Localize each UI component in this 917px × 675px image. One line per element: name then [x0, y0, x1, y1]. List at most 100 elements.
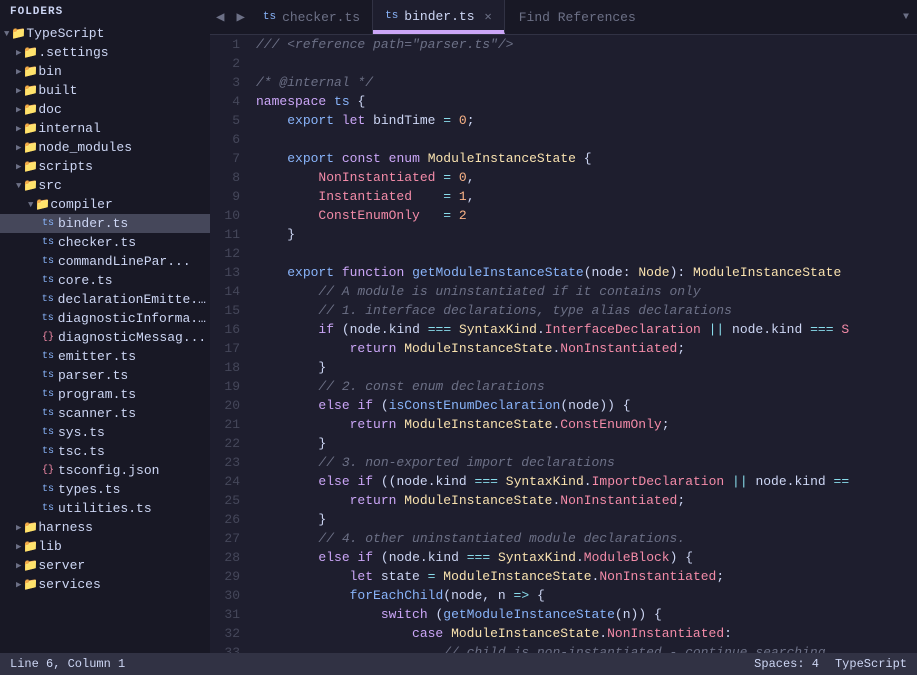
line-content[interactable]: ConstEnumOnly = 2 — [256, 206, 917, 225]
line-content[interactable]: // A module is uninstantiated if it cont… — [256, 282, 917, 301]
line-number: 17 — [210, 339, 256, 358]
line-content[interactable]: export const enum ModuleInstanceState { — [256, 149, 917, 168]
tree-item-lib[interactable]: ▶ 📁lib — [0, 537, 210, 556]
tree-item-internal[interactable]: ▶ 📁internal — [0, 119, 210, 138]
tree-item-core-ts[interactable]: tscore.ts — [0, 271, 210, 290]
line-number: 23 — [210, 453, 256, 472]
tree-item-tsc-ts[interactable]: tstsc.ts — [0, 442, 210, 461]
line-content[interactable]: else if (isConstEnumDeclaration(node)) { — [256, 396, 917, 415]
folder-icon: 📁 — [23, 539, 38, 554]
line-content[interactable]: export function getModuleInstanceState(n… — [256, 263, 917, 282]
tree-item-bin[interactable]: ▶ 📁bin — [0, 62, 210, 81]
tab-nav-prev[interactable]: ◀ — [210, 0, 230, 34]
tree-item-label: sys.ts — [58, 425, 105, 440]
ts-icon: ts — [40, 237, 56, 248]
tab-binder[interactable]: ts binder.ts ✕ — [373, 0, 505, 34]
tree-item-scripts[interactable]: ▶ 📁scripts — [0, 157, 210, 176]
line-content[interactable]: // 4. other uninstantiated module declar… — [256, 529, 917, 548]
line-content[interactable]: if (node.kind === SyntaxKind.InterfaceDe… — [256, 320, 917, 339]
line-content[interactable]: // 2. const enum declarations — [256, 377, 917, 396]
line-content[interactable]: /* @internal */ — [256, 73, 917, 92]
folder-icon: 📁 — [23, 558, 38, 573]
statusbar-spaces: Spaces: 4 — [754, 657, 819, 671]
line-content[interactable]: export let bindTime = 0; — [256, 111, 917, 130]
line-content[interactable]: // 3. non-exported import declarations — [256, 453, 917, 472]
tree-item-label: scripts — [38, 159, 93, 174]
tree-item-declarationemitte---[interactable]: tsdeclarationEmitte... — [0, 290, 210, 309]
line-content[interactable]: else if (node.kind === SyntaxKind.Module… — [256, 548, 917, 567]
line-content[interactable]: return ModuleInstanceState.NonInstantiat… — [256, 339, 917, 358]
line-number: 1 — [210, 35, 256, 54]
folder-icon: 📁 — [23, 45, 38, 60]
tree-item-node-modules[interactable]: ▶ 📁node_modules — [0, 138, 210, 157]
tree-item-types-ts[interactable]: tstypes.ts — [0, 480, 210, 499]
line-content[interactable]: return ModuleInstanceState.ConstEnumOnly… — [256, 415, 917, 434]
ts-icon: ts — [40, 389, 56, 400]
tree-item-utilities-ts[interactable]: tsutilities.ts — [0, 499, 210, 518]
tree-item-compiler[interactable]: ▼ 📁compiler — [0, 195, 210, 214]
line-content[interactable]: case ModuleInstanceState.NonInstantiated… — [256, 624, 917, 643]
line-content[interactable]: return ModuleInstanceState.NonInstantiat… — [256, 491, 917, 510]
line-content[interactable]: else if ((node.kind === SyntaxKind.Impor… — [256, 472, 917, 491]
line-content[interactable]: // 1. interface declarations, type alias… — [256, 301, 917, 320]
tab-checker[interactable]: ts checker.ts — [251, 0, 373, 34]
line-content[interactable]: NonInstantiated = 0, — [256, 168, 917, 187]
line-number: 24 — [210, 472, 256, 491]
line-content[interactable]: /// <reference path="parser.ts"/> — [256, 35, 917, 54]
code-line-20: 20 else if (isConstEnumDeclaration(node)… — [210, 396, 917, 415]
line-content[interactable]: forEachChild(node, n => { — [256, 586, 917, 605]
tree-item-emitter-ts[interactable]: tsemitter.ts — [0, 347, 210, 366]
chevron-icon: ▼ — [28, 200, 33, 210]
chevron-icon: ▶ — [16, 162, 21, 172]
line-content[interactable]: // child is non-instantiated - continue … — [256, 643, 917, 653]
line-number: 4 — [210, 92, 256, 111]
tree-item-doc[interactable]: ▶ 📁doc — [0, 100, 210, 119]
line-content[interactable]: let state = ModuleInstanceState.NonInsta… — [256, 567, 917, 586]
line-content[interactable]: } — [256, 434, 917, 453]
tree-item-server[interactable]: ▶ 📁server — [0, 556, 210, 575]
code-line-25: 25 return ModuleInstanceState.NonInstant… — [210, 491, 917, 510]
code-line-14: 14 // A module is uninstantiated if it c… — [210, 282, 917, 301]
tree-item-typescript[interactable]: ▼ 📁TypeScript — [0, 24, 210, 43]
code-line-12: 12 — [210, 244, 917, 263]
statusbar-language: TypeScript — [835, 657, 907, 671]
tree-item--settings[interactable]: ▶ 📁.settings — [0, 43, 210, 62]
tree-item-harness[interactable]: ▶ 📁harness — [0, 518, 210, 537]
line-content[interactable]: } — [256, 358, 917, 377]
tree-item-services[interactable]: ▶ 📁services — [0, 575, 210, 594]
line-number: 32 — [210, 624, 256, 643]
tree-item-commandlinepar---[interactable]: tscommandLinePar... — [0, 252, 210, 271]
folder-icon: 📁 — [23, 577, 38, 592]
line-content[interactable]: Instantiated = 1, — [256, 187, 917, 206]
code-line-24: 24 else if ((node.kind === SyntaxKind.Im… — [210, 472, 917, 491]
line-number: 26 — [210, 510, 256, 529]
chevron-icon: ▶ — [16, 542, 21, 552]
tree-item-sys-ts[interactable]: tssys.ts — [0, 423, 210, 442]
tree-item-label: types.ts — [58, 482, 120, 497]
tree-item-src[interactable]: ▼ 📁src — [0, 176, 210, 195]
folder-icon: 📁 — [11, 26, 26, 41]
tab-nav-next[interactable]: ▶ — [230, 0, 250, 34]
line-content[interactable]: } — [256, 225, 917, 244]
line-content[interactable]: switch (getModuleInstanceState(n)) { — [256, 605, 917, 624]
tree-item-scanner-ts[interactable]: tsscanner.ts — [0, 404, 210, 423]
tree-item-parser-ts[interactable]: tsparser.ts — [0, 366, 210, 385]
tree-item-tsconfig-json[interactable]: {}tsconfig.json — [0, 461, 210, 480]
ts-icon: ts — [40, 484, 56, 495]
tab-overflow-button[interactable]: ▼ — [895, 0, 917, 34]
code-editor[interactable]: 1/// <reference path="parser.ts"/> 23 /* @… — [210, 35, 917, 653]
tree-item-binder-ts[interactable]: tsbinder.ts — [0, 214, 210, 233]
tab-close-button[interactable]: ✕ — [485, 9, 492, 24]
tab-find-references[interactable]: Find References — [505, 0, 895, 34]
line-content[interactable]: } — [256, 510, 917, 529]
tree-item-checker-ts[interactable]: tschecker.ts — [0, 233, 210, 252]
tree-item-built[interactable]: ▶ 📁built — [0, 81, 210, 100]
tree-item-label: .settings — [38, 45, 108, 60]
tree-item-diagnosticinforma---[interactable]: tsdiagnosticInforma... — [0, 309, 210, 328]
ts-file-icon: ts — [263, 11, 276, 23]
tree-item-diagnosticmessag---[interactable]: {}diagnosticMessag... — [0, 328, 210, 347]
line-content[interactable]: namespace ts { — [256, 92, 917, 111]
tree-item-program-ts[interactable]: tsprogram.ts — [0, 385, 210, 404]
code-line-4: 4namespace ts { — [210, 92, 917, 111]
chevron-icon: ▶ — [16, 124, 21, 134]
